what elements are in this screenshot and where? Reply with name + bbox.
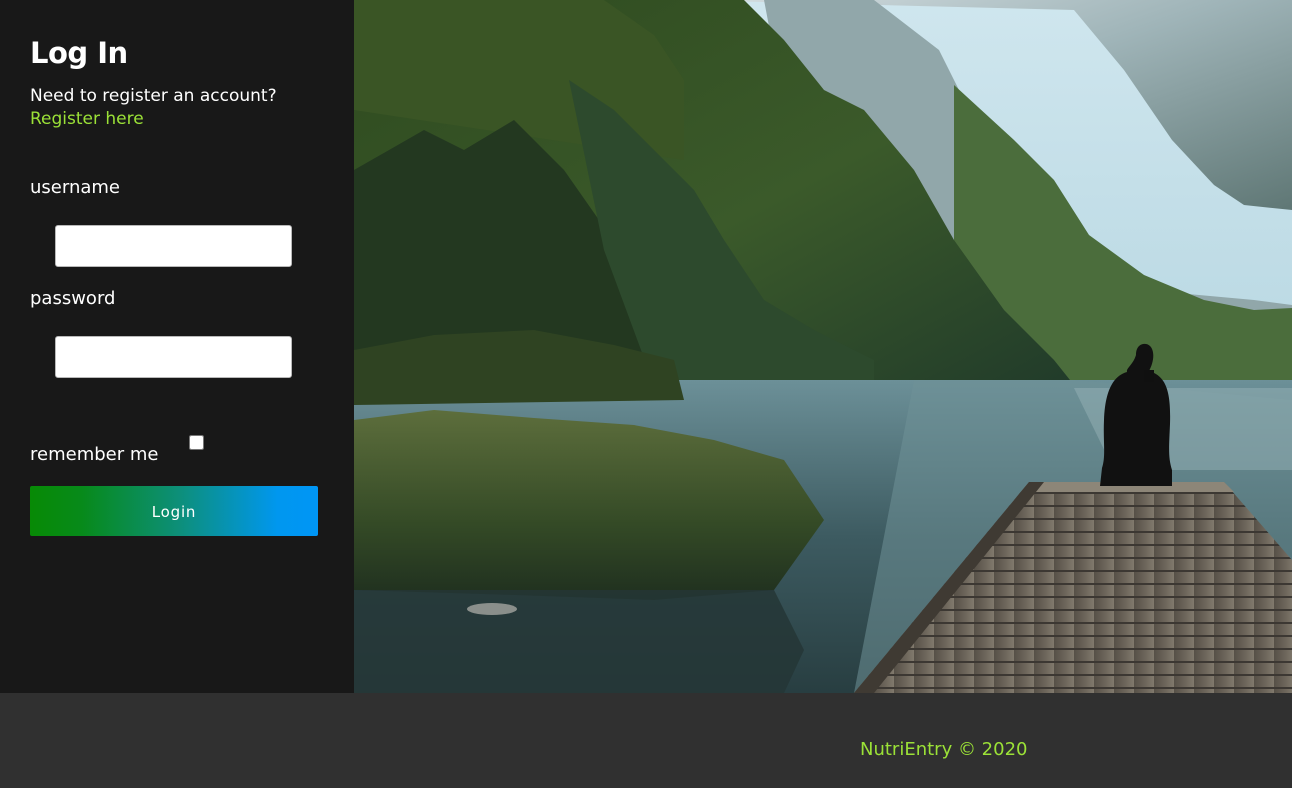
footer-copyright: NutriEntry © 2020	[860, 739, 1028, 760]
password-label: password	[30, 288, 116, 309]
page-title: Log In	[30, 36, 128, 70]
register-prompt: Need to register an account?	[30, 86, 277, 106]
login-panel: Log In Need to register an account? Regi…	[0, 0, 354, 693]
mountain-lake-photo	[354, 0, 1292, 693]
login-page: Log In Need to register an account? Regi…	[0, 0, 1292, 788]
username-label: username	[30, 177, 120, 198]
password-input[interactable]	[55, 336, 292, 378]
username-input[interactable]	[55, 225, 292, 267]
footer	[0, 693, 1292, 788]
remember-me-label: remember me	[30, 444, 159, 465]
login-button[interactable]: Login	[30, 486, 318, 536]
register-link[interactable]: Register here	[30, 109, 144, 129]
remember-me-checkbox[interactable]	[189, 435, 204, 450]
hero-image	[354, 0, 1292, 693]
